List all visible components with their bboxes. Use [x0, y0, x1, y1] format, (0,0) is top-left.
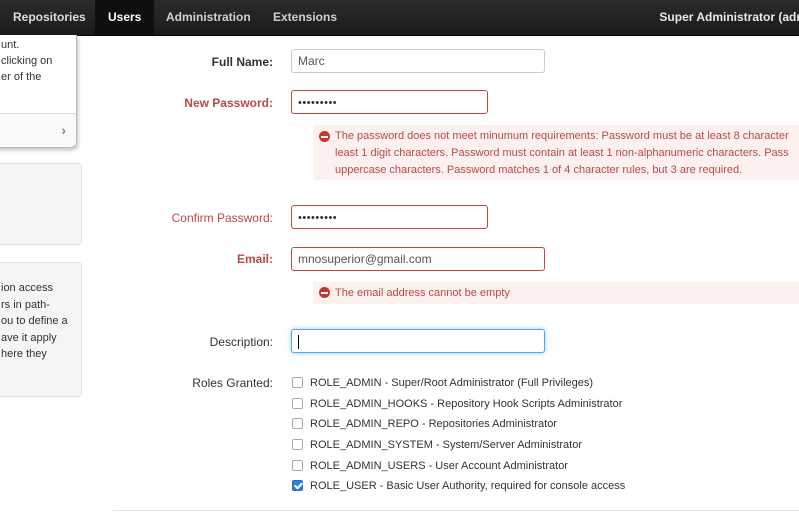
checkbox[interactable] — [292, 418, 303, 429]
description-input[interactable] — [291, 329, 545, 353]
role-label: ROLE_ADMIN - Super/Root Administrator (F… — [310, 377, 594, 389]
role-label: ROLE_ADMIN_USERS - User Account Administ… — [310, 460, 568, 472]
confirm-password-label: Confirm Password: — [171, 211, 273, 225]
alert-line: The email address cannot be empty — [335, 287, 510, 299]
role-label: ROLE_ADMIN_HOOKS - Repository Hook Scrip… — [310, 398, 623, 410]
info-line: er of the — [1, 71, 42, 83]
new-password-input[interactable]: ••••••••• — [291, 90, 488, 114]
text-caret — [298, 334, 299, 349]
help-line: rs in path- — [1, 298, 50, 311]
full-name-input[interactable]: Marc — [291, 49, 545, 73]
full-name-value: Marc — [298, 54, 325, 68]
info-line: clicking on — [1, 55, 53, 67]
info-panel: unt. clicking on er of the › — [0, 35, 77, 148]
nav-administration[interactable]: Administration — [153, 0, 264, 35]
alert-line: uppercase characters. Password matches 1… — [335, 164, 743, 176]
confirm-password-value: ••••••••• — [298, 212, 338, 224]
confirm-password-input[interactable]: ••••••••• — [291, 205, 488, 229]
roles-label: Roles Granted: — [192, 376, 273, 390]
help-well: ion access rs in path- ou to define a av… — [0, 262, 82, 397]
checkbox[interactable] — [292, 439, 303, 450]
email-error-alert: The email address cannot be empty — [313, 282, 799, 304]
alert-line: The password does not meet minumum requi… — [335, 130, 789, 142]
help-line: ave it apply — [1, 331, 57, 344]
checkbox-checked[interactable] — [292, 480, 303, 491]
info-panel-footer[interactable]: › — [0, 113, 76, 147]
nav-extensions[interactable]: Extensions — [260, 0, 350, 35]
error-icon — [319, 287, 330, 298]
full-name-label: Full Name: — [211, 55, 273, 69]
top-navbar: Repositories Users Administration Extens… — [0, 0, 799, 36]
new-password-label: New Password: — [184, 96, 273, 110]
help-text: ion access rs in path- ou to define a av… — [1, 280, 68, 363]
info-panel-text: unt. clicking on er of the — [1, 37, 76, 85]
nav-repositories[interactable]: Repositories — [0, 0, 99, 35]
user-menu[interactable]: Super Administrator (adm — [659, 0, 799, 35]
role-label: ROLE_ADMIN_REPO - Repositories Administr… — [310, 418, 557, 430]
role-label: ROLE_USER - Basic User Authority, requir… — [310, 480, 626, 492]
checkbox[interactable] — [292, 460, 303, 471]
form-divider — [113, 510, 799, 511]
help-line: ou to define a — [1, 315, 68, 327]
help-line: here they — [1, 348, 47, 360]
info-line: unt. — [1, 39, 20, 51]
error-icon — [319, 131, 330, 142]
new-password-value: ••••••••• — [298, 97, 338, 109]
description-label: Description: — [209, 335, 273, 349]
checkbox[interactable] — [292, 377, 303, 388]
role-label: ROLE_ADMIN_SYSTEM - System/Server Admini… — [310, 439, 583, 451]
chevron-right-icon[interactable]: › — [61, 122, 66, 138]
alert-line: least 1 digit characters. Password must … — [335, 147, 789, 159]
email-value: mnosuperior@gmail.com — [298, 252, 432, 266]
password-error-alert: The password does not meet minumum requi… — [313, 125, 799, 180]
email-label: Email: — [236, 252, 273, 266]
email-input[interactable]: mnosuperior@gmail.com — [291, 247, 545, 271]
checkbox[interactable] — [292, 398, 303, 409]
sidebar-well — [0, 163, 82, 245]
help-line: ion access — [1, 282, 53, 294]
nav-users[interactable]: Users — [95, 0, 155, 35]
